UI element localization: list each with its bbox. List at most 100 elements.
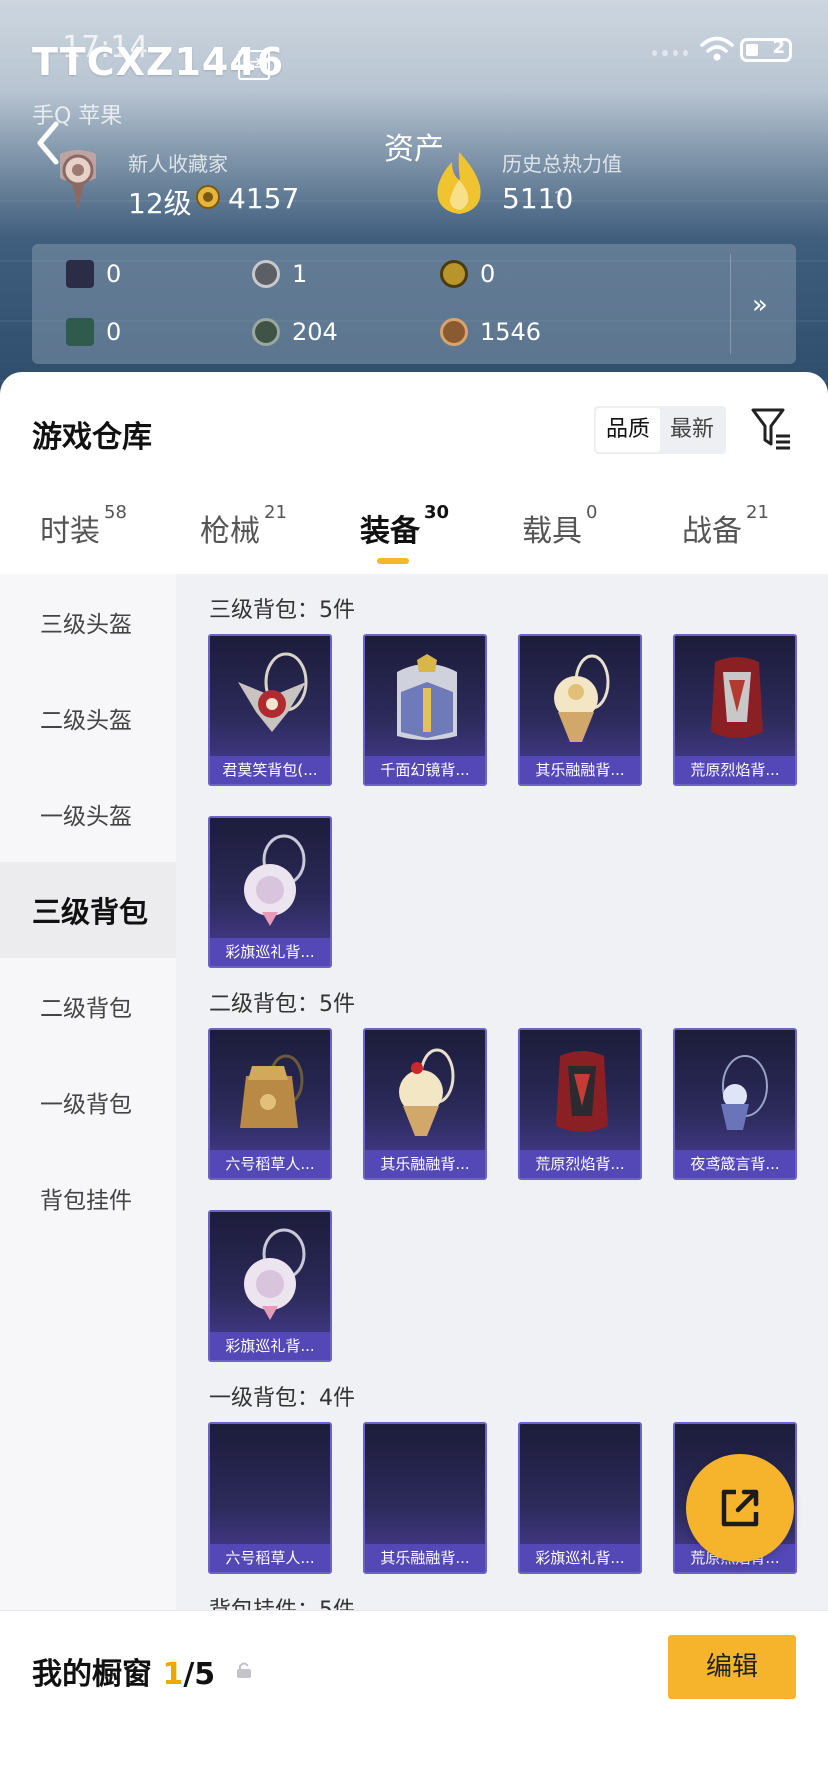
tab-count: 21 — [746, 502, 769, 523]
bronze-coin-icon — [440, 318, 468, 346]
heat-label: 历史总热力值 — [502, 152, 622, 176]
item-card[interactable]: 荒原烈焰背... — [673, 634, 797, 786]
item-card[interactable]: 彩旗巡礼背... — [518, 1422, 642, 1574]
backpack-image — [554, 654, 610, 742]
section-title: 二级背包：5件 — [209, 992, 355, 1017]
lock-icon — [237, 1662, 251, 1678]
tab-vehicles[interactable]: 载具0 — [522, 502, 597, 550]
green-coin-icon — [252, 318, 280, 346]
section-title: 一级背包：4件 — [209, 1386, 355, 1411]
tab-label: 战备 — [682, 514, 742, 549]
resource-green-coin: 204 — [252, 318, 338, 346]
tab-label: 枪械 — [200, 514, 260, 549]
resource-value: 1546 — [480, 318, 542, 346]
item-name: 千面幻镜背... — [365, 756, 485, 784]
sort-newest-button[interactable]: 最新 — [660, 408, 724, 452]
help-icon[interactable]: ? — [554, 188, 564, 209]
sidebar: 三级头盔 二级头盔 一级头盔 三级背包 二级背包 一级背包 背包挂件 — [0, 574, 176, 1614]
item-card[interactable]: 彩旗巡礼背... — [208, 1210, 332, 1362]
tab-label: 载具 — [522, 514, 582, 549]
tab-equipment[interactable]: 装备30 — [360, 502, 449, 550]
tab-supplies[interactable]: 战备21 — [682, 502, 769, 550]
backpack-image — [711, 657, 763, 738]
wifi-icon — [700, 36, 734, 61]
item-name: 荒原烈焰背... — [520, 1150, 640, 1178]
tab-label: 时装 — [40, 514, 100, 549]
card-icon — [66, 260, 94, 288]
sidebar-item-level1-backpack[interactable]: 一级背包 — [0, 1054, 176, 1150]
coin-count: 4157 — [228, 182, 300, 215]
resource-green-card: 0 — [66, 318, 121, 346]
backpack-image — [244, 834, 306, 926]
sort-quality-button[interactable]: 品质 — [596, 408, 661, 452]
filter-icon[interactable] — [750, 406, 792, 450]
backpack-image — [240, 1054, 304, 1128]
item-name: 君莫笑背包(... — [210, 756, 330, 784]
resource-value: 0 — [106, 318, 122, 346]
item-name: 彩旗巡礼背... — [520, 1544, 640, 1572]
backpack-image — [721, 1055, 768, 1130]
tab-weapons[interactable]: 枪械21 — [200, 502, 287, 550]
backpack-image — [238, 652, 308, 732]
item-card[interactable]: 荒原烈焰背... — [518, 1028, 642, 1180]
item-card[interactable]: 千面幻镜背... — [363, 634, 487, 786]
resource-card: 0 — [66, 260, 121, 288]
sidebar-item-level1-helmet[interactable]: 一级头盔 — [0, 766, 176, 862]
tab-count: 21 — [264, 502, 287, 523]
resources-more-icon[interactable]: » — [752, 290, 768, 320]
item-card[interactable]: 君莫笑背包(... — [208, 634, 332, 786]
tab-fashion[interactable]: 时装58 — [40, 502, 127, 550]
category-tabs: 时装58 枪械21 装备30 载具0 战备21 — [0, 496, 828, 564]
item-card[interactable]: 其乐融融背... — [363, 1422, 487, 1574]
backpack-image — [556, 1051, 608, 1132]
tab-count: 30 — [424, 502, 450, 523]
resource-value: 0 — [480, 260, 496, 288]
sidebar-item-level2-helmet[interactable]: 二级头盔 — [0, 670, 176, 766]
page-title: 资产 — [384, 132, 444, 167]
tab-count: 58 — [104, 502, 127, 523]
showcase-label: 我的橱窗 1/5 — [32, 1649, 215, 1693]
sidebar-item-backpack-charm[interactable]: 背包挂件 — [0, 1150, 176, 1246]
item-card[interactable]: 六号稻草人... — [208, 1422, 332, 1574]
item-card[interactable]: 彩旗巡礼背... — [208, 816, 332, 968]
resource-gold: 0 — [440, 260, 495, 288]
item-card[interactable]: 夜鸢箴言背... — [673, 1028, 797, 1180]
gold-badge-icon — [440, 260, 468, 288]
player-level: 12级 — [128, 187, 192, 220]
resources-panel — [32, 244, 796, 364]
collector-title: 新人收藏家 — [128, 152, 228, 176]
item-card[interactable]: 其乐融融背... — [518, 634, 642, 786]
resource-value: 1 — [292, 260, 308, 288]
showcase-current: 1 — [162, 1657, 184, 1692]
item-name: 彩旗巡礼背... — [210, 1332, 330, 1360]
green-card-icon — [66, 318, 94, 346]
sidebar-item-level3-helmet[interactable]: 三级头盔 — [0, 574, 176, 670]
showcase-total: /5 — [183, 1657, 216, 1692]
warehouse-title: 游戏仓库 — [32, 420, 152, 455]
item-name: 六号稻草人... — [210, 1544, 330, 1572]
resource-value: 204 — [292, 318, 338, 346]
item-name: 夜鸢箴言背... — [675, 1150, 795, 1178]
item-name: 其乐融融背... — [520, 756, 640, 784]
backpack-image — [399, 1048, 455, 1136]
section-title: 三级背包：5件 — [209, 598, 355, 623]
item-name: 六号稻草人... — [210, 1150, 330, 1178]
tab-count: 0 — [586, 502, 598, 523]
item-name: 其乐融融背... — [365, 1544, 485, 1572]
item-card[interactable]: 其乐融融背... — [363, 1028, 487, 1180]
backpack-image — [397, 654, 457, 740]
heat-flame-icon — [437, 152, 481, 214]
edit-button[interactable]: 编辑 — [668, 1635, 796, 1699]
showcase-title: 我的橱窗 — [32, 1657, 152, 1692]
switch-account-icon[interactable]: ⇄ — [238, 50, 270, 80]
sidebar-item-level2-backpack[interactable]: 二级背包 — [0, 958, 176, 1054]
section-title: 背包挂件：5件 — [209, 1598, 355, 1612]
item-card[interactable]: 六号稻草人... — [208, 1028, 332, 1180]
share-icon — [721, 1489, 759, 1527]
resource-bronze: 1546 — [440, 318, 541, 346]
collector-medal-icon — [60, 150, 96, 210]
sort-toggle: 品质 最新 — [594, 406, 727, 454]
share-button[interactable] — [686, 1454, 794, 1562]
item-name: 其乐融融背... — [365, 1150, 485, 1178]
sidebar-item-level3-backpack[interactable]: 三级背包 — [0, 862, 176, 958]
